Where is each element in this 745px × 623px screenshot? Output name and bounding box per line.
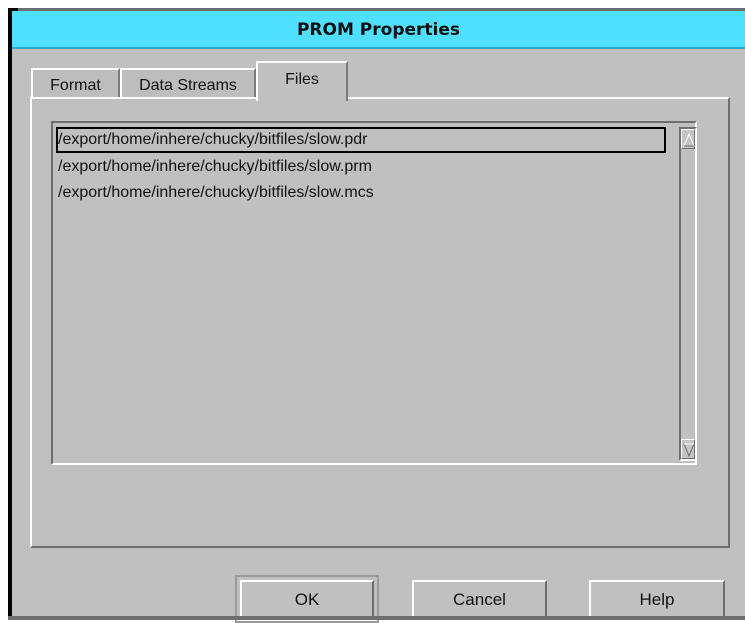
scroll-down-button[interactable] — [681, 439, 695, 459]
window-frame-bottom — [8, 616, 745, 620]
window-title: PROM Properties — [296, 20, 461, 40]
file-list-item[interactable]: /export/home/inhere/chucky/bitfiles/slow… — [56, 154, 666, 180]
tab-format[interactable]: Format — [31, 68, 120, 98]
scroll-up-button[interactable] — [681, 129, 695, 149]
title-bar[interactable]: PROM Properties — [12, 11, 745, 49]
tab-panel-files: /export/home/inhere/chucky/bitfiles/slow… — [30, 97, 730, 548]
vertical-scrollbar[interactable] — [679, 127, 697, 461]
dialog-window: PROM Properties Format Data Streams File… — [0, 0, 745, 623]
arrow-up-icon — [683, 133, 695, 147]
dialog-body: Format Data Streams Files /export/home/i… — [12, 49, 745, 623]
arrow-down-icon — [683, 443, 695, 457]
file-list-item[interactable]: /export/home/inhere/chucky/bitfiles/slow… — [56, 180, 666, 206]
tab-data-streams[interactable]: Data Streams — [120, 68, 256, 98]
ok-button[interactable]: OK — [235, 575, 379, 623]
cancel-button[interactable]: Cancel — [412, 580, 547, 618]
file-list-item[interactable]: /export/home/inhere/chucky/bitfiles/slow… — [56, 127, 666, 153]
file-list[interactable]: /export/home/inhere/chucky/bitfiles/slow… — [51, 121, 697, 465]
tab-files[interactable]: Files — [256, 61, 348, 101]
help-button[interactable]: Help — [589, 580, 725, 618]
